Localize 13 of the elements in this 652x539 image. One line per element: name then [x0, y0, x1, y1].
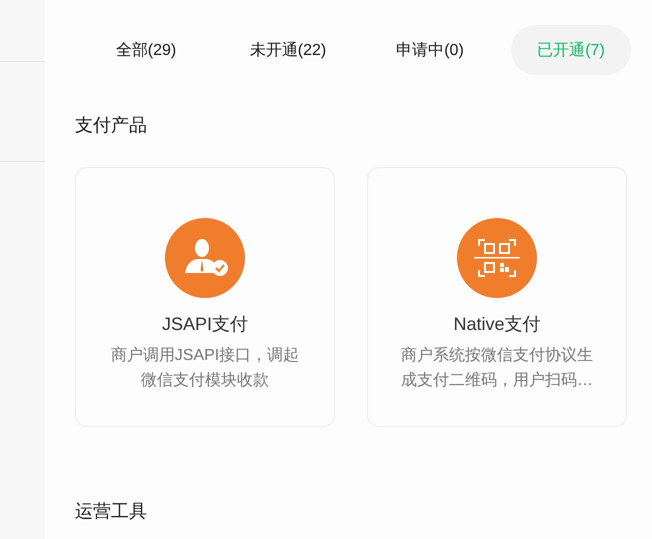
product-card[interactable]: Native支付 商户系统按微信支付协议生成支付二维码，用户扫码… — [367, 167, 627, 427]
filter-tab[interactable]: 未开通(22) — [217, 25, 359, 75]
product-description: 商户调用JSAPI接口，调起微信支付模块收款 — [110, 346, 300, 391]
product-title: JSAPI支付 — [162, 313, 248, 336]
filter-tab[interactable]: 全部(29) — [75, 25, 217, 75]
section-title: 支付产品 — [75, 114, 148, 137]
user-check-icon — [165, 218, 245, 298]
product-description: 商户系统按微信支付协议生成支付二维码，用户扫码… — [400, 346, 594, 391]
qr-code-icon — [457, 218, 537, 298]
filter-tab[interactable]: 申请中(0) — [359, 25, 501, 75]
product-card[interactable]: JSAPI支付 商户调用JSAPI接口，调起微信支付模块收款 — [75, 167, 335, 427]
product-title: Native支付 — [453, 313, 541, 336]
section-title: 运营工具 — [75, 500, 148, 523]
